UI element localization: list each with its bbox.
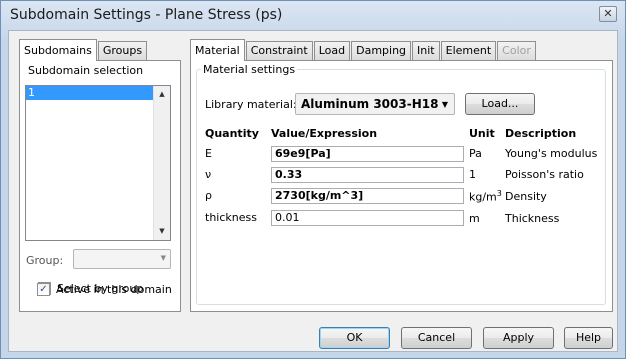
list-item[interactable]: 1: [26, 86, 153, 100]
quantity-cell: E: [205, 147, 212, 160]
description-cell: Poisson's ratio: [505, 168, 584, 181]
header-unit: Unit: [469, 127, 495, 140]
close-button[interactable]: ✕: [599, 6, 617, 22]
unit-cell: 1: [469, 168, 476, 181]
checkmark-icon: ✓: [39, 284, 48, 295]
description-cell: Thickness: [505, 212, 560, 225]
subdomain-selection-title: Subdomain selection: [26, 64, 146, 77]
close-icon: ✕: [603, 7, 613, 20]
tab-load[interactable]: Load: [313, 41, 351, 60]
apply-button[interactable]: Apply: [483, 327, 554, 349]
quantity-cell: ρ: [205, 189, 212, 202]
dialog-client-area: Subdomains Groups Subdomain selection 1 …: [8, 30, 618, 352]
value-input[interactable]: 69e9[Pa]: [271, 146, 464, 162]
quantity-cell: thickness: [205, 211, 257, 224]
listbox-scrollbar[interactable]: ▲ ▼: [153, 86, 170, 240]
scroll-up-icon[interactable]: ▲: [154, 86, 170, 103]
load-button[interactable]: Load...: [465, 93, 535, 115]
quantity-cell: ν: [205, 168, 212, 181]
tab-constraint[interactable]: Constraint: [245, 41, 313, 60]
title-bar[interactable]: Subdomain Settings - Plane Stress (ps) ✕: [1, 1, 625, 29]
library-material-select[interactable]: Aluminum 3003-H18 ▼: [295, 93, 455, 115]
scroll-down-icon[interactable]: ▼: [154, 223, 170, 240]
tab-groups[interactable]: Groups: [97, 41, 148, 60]
description-cell: Young's modulus: [505, 147, 598, 160]
value-input[interactable]: 0.33: [271, 167, 464, 183]
group-label: Group:: [26, 254, 64, 267]
dialog-window: Subdomain Settings - Plane Stress (ps) ✕…: [0, 0, 626, 359]
active-in-domain-row[interactable]: ✓ Active in this domain: [37, 283, 172, 296]
tab-material[interactable]: Material: [190, 39, 245, 61]
window-title: Subdomain Settings - Plane Stress (ps): [10, 7, 283, 23]
chevron-down-icon: ▼: [160, 254, 166, 262]
subdomains-panel: Subdomain selection 1 ▲ ▼ Group: ▼ Selec…: [19, 60, 181, 312]
header-description: Description: [505, 127, 577, 140]
chevron-down-icon: ▼: [441, 100, 448, 109]
unit-cell: m: [469, 212, 480, 225]
material-panel: Material settings Library material: Alum…: [190, 60, 613, 312]
header-quantity: Quantity: [205, 127, 259, 140]
value-input[interactable]: 2730[kg/m^3]: [271, 188, 464, 204]
group-combo[interactable]: ▼: [73, 249, 171, 269]
tab-damping[interactable]: Damping: [351, 41, 412, 60]
tab-element[interactable]: Element: [440, 41, 497, 60]
active-in-domain-label: Active in this domain: [56, 283, 172, 296]
tab-subdomains[interactable]: Subdomains: [19, 39, 97, 61]
value-input[interactable]: 0.01: [271, 210, 464, 226]
unit-superscript: 3: [496, 189, 502, 198]
ok-button[interactable]: OK: [319, 327, 390, 349]
library-material-label: Library material:: [205, 98, 297, 111]
unit-cell: Pa: [469, 147, 482, 160]
unit-cell: kg/m3: [469, 189, 502, 204]
library-material-value: Aluminum 3003-H18: [301, 97, 439, 111]
right-tabbar: Material Constraint Load Damping Init El…: [190, 38, 537, 61]
tab-init[interactable]: Init: [412, 41, 440, 60]
active-in-domain-checkbox[interactable]: ✓: [37, 283, 50, 296]
header-value: Value/Expression: [271, 127, 378, 140]
left-tabbar: Subdomains Groups: [19, 38, 148, 61]
description-cell: Density: [505, 190, 547, 203]
unit-base: kg/m: [469, 190, 497, 204]
tab-color: Color: [497, 41, 536, 60]
subdomain-listbox[interactable]: 1 ▲ ▼: [25, 85, 171, 241]
cancel-button[interactable]: Cancel: [401, 327, 472, 349]
material-settings-title: Material settings: [201, 63, 298, 76]
help-button[interactable]: Help: [564, 327, 613, 349]
